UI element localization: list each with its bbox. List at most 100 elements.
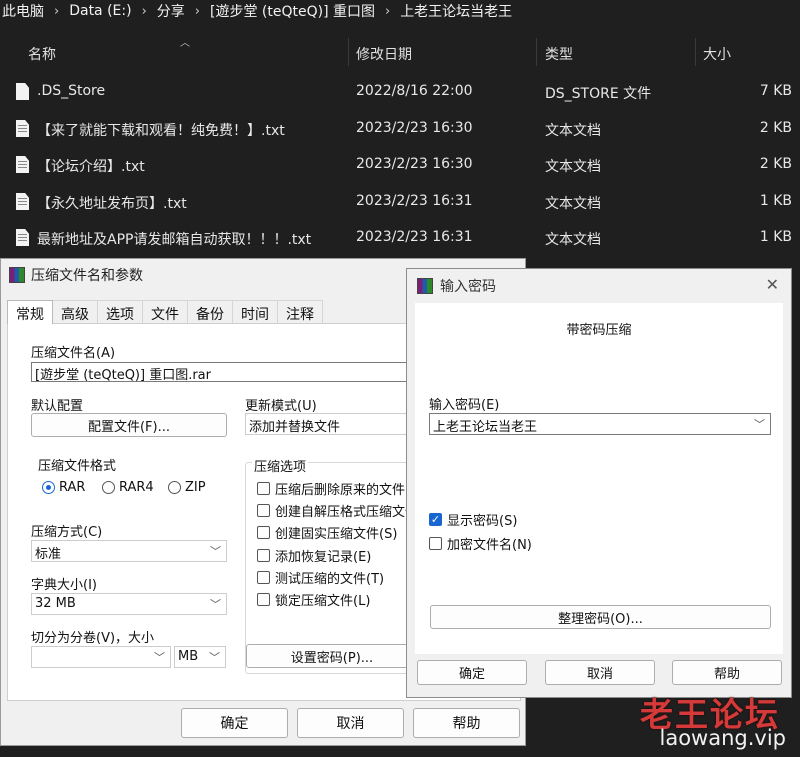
tab-comment[interactable]: 注释: [277, 300, 323, 324]
winrar-icon: [417, 278, 433, 294]
file-type: 文本文档: [545, 123, 601, 139]
file-row[interactable]: .DS_Store 2022/8/16 22:00 DS_STORE 文件 7 …: [0, 75, 800, 109]
chevron-right-icon: ›: [384, 3, 391, 19]
file-row[interactable]: 【永久地址发布页】.txt 2023/2/23 16:31 文本文档 1 KB: [0, 185, 800, 219]
file-name: 【来了就能下载和观看！纯免费！】.txt: [37, 123, 285, 139]
text-file-icon: [16, 120, 29, 137]
password-input[interactable]: 上老王论坛当老王 ﹀: [429, 413, 771, 435]
file-type: DS_STORE 文件: [545, 86, 652, 102]
file-row[interactable]: 【论坛介绍】.txt 2023/2/23 16:30 文本文档 2 KB: [0, 148, 800, 182]
file-name: 【永久地址发布页】.txt: [37, 196, 187, 212]
cancel-button[interactable]: 取消: [297, 708, 404, 738]
option-recovery[interactable]: 添加恢复记录(E): [257, 546, 371, 565]
format-zip-radio[interactable]: ZIP: [168, 480, 206, 495]
method-select[interactable]: 标准 ﹀: [31, 540, 227, 562]
tab-advanced[interactable]: 高级: [52, 300, 98, 324]
file-size: 7 KB: [759, 83, 792, 99]
watermark-url: laowang.vip: [659, 726, 786, 750]
cancel-button[interactable]: 取消: [545, 660, 655, 685]
format-rar-radio[interactable]: RAR: [42, 480, 85, 495]
breadcrumb-item[interactable]: [遊步堂 (teQteQ)] 重口图: [208, 1, 377, 21]
column-divider[interactable]: [536, 38, 537, 66]
help-button[interactable]: 帮助: [413, 708, 520, 738]
text-file-icon: [16, 229, 29, 246]
column-divider[interactable]: [695, 38, 696, 66]
tab-time[interactable]: 时间: [232, 300, 278, 324]
tab-options[interactable]: 选项: [97, 300, 143, 324]
file-icon: [16, 83, 29, 100]
option-lock[interactable]: 锁定压缩文件(L): [257, 590, 370, 609]
col-type[interactable]: 类型: [545, 44, 573, 64]
radio-icon: [102, 481, 115, 494]
password-heading: 带密码压缩: [566, 323, 632, 338]
col-date[interactable]: 修改日期: [356, 44, 412, 64]
option-solid[interactable]: 创建固实压缩文件(S): [257, 523, 397, 542]
enter-password-label: 输入密码(E): [429, 398, 500, 413]
file-size: 2 KB: [759, 120, 792, 136]
options-group: 压缩选项 压缩后删除原来的文件(D 创建自解压格式压缩文件 创建固实压缩文件(S…: [245, 456, 425, 674]
update-mode-label: 更新模式(U): [245, 399, 317, 414]
tab-bar: 常规 高级 选项 文件 备份 时间 注释: [7, 300, 323, 324]
option-delete-after[interactable]: 压缩后删除原来的文件(D: [257, 479, 420, 498]
chevron-down-icon: ﹀: [154, 651, 165, 664]
encrypt-filenames-checkbox[interactable]: 加密文件名(N): [429, 534, 532, 553]
format-rar4-radio[interactable]: RAR4: [102, 480, 154, 495]
file-date: 2023/2/23 16:31: [356, 229, 473, 245]
ok-button[interactable]: 确定: [417, 660, 527, 685]
format-group-label: 压缩文件格式: [38, 459, 117, 474]
method-label: 压缩方式(C): [31, 525, 103, 540]
file-row[interactable]: 最新地址及APP请发邮箱自动获取！！！.txt 2023/2/23 16:31 …: [0, 221, 800, 255]
split-unit-select[interactable]: MB ﹀: [174, 646, 226, 668]
breadcrumb-item[interactable]: 分享: [155, 1, 187, 21]
breadcrumb-item[interactable]: 此电脑: [0, 1, 46, 21]
show-password-checkbox[interactable]: ✓ 显示密码(S): [429, 510, 517, 529]
password-pane: 带密码压缩 输入密码(E) 上老王论坛当老王 ﹀ ✓ 显示密码(S) 加密文件名(N…: [415, 303, 783, 654]
file-row[interactable]: 【来了就能下载和观看！纯免费！】.txt 2023/2/23 16:30 文本文…: [0, 112, 800, 146]
update-mode-select[interactable]: 添加并替换文件: [245, 413, 421, 435]
dialog-titlebar: 输入密码: [417, 276, 496, 296]
option-sfx[interactable]: 创建自解压格式压缩文件: [257, 501, 418, 520]
set-password-button[interactable]: 设置密码(P)...: [246, 644, 418, 668]
file-name: 【论坛介绍】.txt: [37, 159, 145, 175]
profile-button[interactable]: 配置文件(F)...: [31, 413, 227, 437]
organize-passwords-button[interactable]: 整理密码(O)...: [430, 605, 771, 629]
tab-backup[interactable]: 备份: [187, 300, 233, 324]
checkmark-icon: ✓: [429, 513, 442, 526]
column-divider[interactable]: [348, 38, 349, 66]
tab-files[interactable]: 文件: [142, 300, 188, 324]
winrar-icon: [9, 267, 25, 283]
col-size[interactable]: 大小: [703, 44, 731, 64]
options-group-label: 压缩选项: [252, 456, 309, 475]
split-size-input[interactable]: ﹀: [31, 646, 171, 668]
archive-name-input[interactable]: [遊步堂 (teQteQ)] 重口图.rar: [31, 362, 421, 382]
breadcrumb-item[interactable]: 上老王论坛当老王: [398, 1, 514, 21]
format-group: 压缩文件格式 RAR RAR4 ZIP: [31, 459, 227, 504]
chevron-down-icon: ﹀: [210, 598, 221, 611]
dict-size-select[interactable]: 32 MB ﹀: [31, 593, 227, 615]
update-mode-value: 添加并替换文件: [249, 420, 341, 435]
ok-button[interactable]: 确定: [181, 708, 288, 738]
tab-general[interactable]: 常规: [7, 300, 53, 324]
dialog-titlebar: 压缩文件名和参数: [9, 263, 143, 287]
profile-label: 默认配置: [31, 399, 84, 414]
file-size: 1 KB: [759, 193, 792, 209]
file-date: 2022/8/16 22:00: [356, 83, 473, 99]
file-size: 1 KB: [759, 229, 792, 245]
text-file-icon: [16, 156, 29, 173]
file-date: 2023/2/23 16:30: [356, 156, 473, 172]
split-label: 切分为分卷(V)，大小: [31, 631, 155, 646]
file-date: 2023/2/23 16:31: [356, 193, 473, 209]
radio-icon: [168, 481, 181, 494]
help-button[interactable]: 帮助: [672, 660, 782, 685]
breadcrumb-item[interactable]: Data (E:): [67, 3, 133, 19]
close-icon[interactable]: ✕: [766, 275, 779, 294]
chevron-right-icon: ›: [141, 3, 147, 19]
option-test[interactable]: 测试压缩的文件(T): [257, 568, 384, 587]
col-name[interactable]: 名称: [28, 44, 56, 64]
chevron-down-icon: ﹀: [754, 418, 765, 431]
breadcrumb: 此电脑 › Data (E:) › 分享 › [遊步堂 (teQteQ)] 重口图 › …: [0, 0, 514, 22]
column-headers: ︿ 名称 修改日期 类型 大小: [0, 36, 800, 70]
password-dialog: 输入密码 ✕ 带密码压缩 输入密码(E) 上老王论坛当老王 ﹀ ✓ 显示密码(S) …: [406, 268, 792, 698]
chevron-right-icon: ›: [194, 3, 200, 19]
dialog-title: 输入密码: [440, 279, 496, 295]
